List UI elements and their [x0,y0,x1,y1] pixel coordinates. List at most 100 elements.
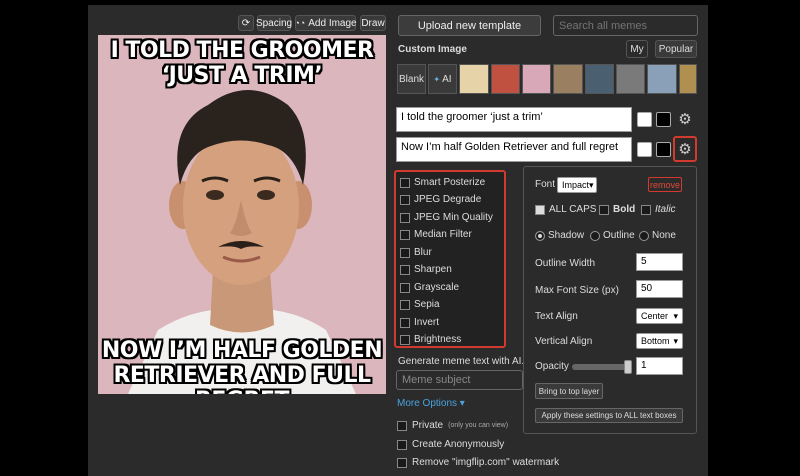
effect-grayscale[interactable]: Grayscale [400,282,459,293]
meme-subject-input[interactable]: Meme subject [396,370,523,390]
watermark-option[interactable]: Remove "imgflip.com" watermark [397,457,559,468]
effect-label: JPEG Min Quality [414,212,493,223]
effect-sepia[interactable]: Sepia [400,299,440,310]
outline-color-swatch-1[interactable] [656,112,671,127]
outline-width-input[interactable]: 5 [636,253,683,271]
opacity-label: Opacity [535,361,569,372]
checkbox[interactable] [400,229,410,240]
template-thumb-7[interactable] [647,64,677,94]
private-note: (only you can view) [448,422,509,429]
meme-canvas[interactable]: I TOLD THE GROOMER ‘JUST A TRIM’ NOW I’M… [98,35,386,394]
ai-label: AI [442,73,452,85]
search-memes-input[interactable] [553,15,698,36]
effect-sharpen[interactable]: Sharpen [400,264,452,275]
opacity-slider-handle[interactable] [624,360,632,374]
caret-down-icon: ▾ [589,179,594,190]
checkbox[interactable] [400,212,410,223]
effect-blur[interactable]: Blur [400,247,432,258]
checkbox[interactable] [400,177,410,188]
font-select[interactable]: Impact ▾ [557,177,597,193]
bold-option[interactable]: Bold [599,204,635,215]
checkbox[interactable] [400,194,410,205]
blank-template[interactable]: Blank [397,64,426,94]
template-thumb-4[interactable] [553,64,583,94]
private-checkbox[interactable] [397,420,407,431]
vertical-align-value: Bottom [641,336,670,346]
effect-smart-posterize[interactable]: Smart Posterize [400,177,485,188]
effect-label: Sepia [414,299,440,310]
shadow-label: Shadow [548,230,585,241]
effect-label: JPEG Degrade [414,194,482,205]
effect-jpeg-min-quality[interactable]: JPEG Min Quality [400,212,493,223]
template-thumb-3[interactable] [522,64,551,94]
outline-color-swatch-2[interactable] [656,142,671,157]
bold-checkbox[interactable] [599,204,609,215]
effect-brightness[interactable]: Brightness [400,334,461,345]
font-value: Impact [562,180,590,190]
font-label: Font [535,179,556,190]
remove-button[interactable]: remove [648,177,682,192]
effect-median-filter[interactable]: Median Filter [400,229,472,240]
text-color-swatch-1[interactable] [637,112,652,127]
top-meme-text[interactable]: I TOLD THE GROOMER ‘JUST A TRIM’ [98,38,386,88]
spacing-button[interactable]: Spacing [256,15,292,31]
more-options-link[interactable]: More Options ▾ [397,398,465,409]
template-thumb-6[interactable] [616,64,645,94]
checkbox[interactable] [400,282,410,293]
outline-radio[interactable] [590,230,600,241]
vertical-align-select[interactable]: Bottom ▾ [636,333,683,349]
text-color-swatch-2[interactable] [637,142,652,157]
ai-template[interactable]: ✦ AI [428,64,457,94]
tab-popular[interactable]: Popular [655,40,697,58]
watermark-checkbox[interactable] [397,457,407,468]
gear-icon[interactable]: ⚙ [676,109,694,129]
none-option[interactable]: None [639,230,676,241]
checkbox[interactable] [400,299,410,310]
all-caps-option[interactable]: ALL CAPS [535,204,596,215]
none-label: None [652,230,676,241]
effect-invert[interactable]: Invert [400,317,439,328]
checkbox[interactable] [400,317,410,328]
outline-option[interactable]: Outline [590,230,635,241]
shadow-option[interactable]: Shadow [535,230,584,241]
anonymous-checkbox[interactable] [397,439,407,450]
italic-checkbox[interactable] [641,204,651,215]
effect-jpeg-degrade[interactable]: JPEG Degrade [400,194,481,205]
effect-label: Blur [414,247,432,258]
opacity-slider[interactable] [572,360,632,374]
template-thumb-2[interactable] [491,64,520,94]
all-caps-checkbox[interactable] [535,204,545,215]
template-thumb-5[interactable] [585,64,614,94]
draw-button[interactable]: Draw [360,15,386,31]
max-font-size-input[interactable]: 50 [636,280,683,298]
checkbox[interactable] [400,334,410,345]
upload-template-button[interactable]: Upload new template [398,15,541,36]
tab-my[interactable]: My [626,40,648,58]
text-align-select[interactable]: Center ▾ [636,308,683,324]
gear-icon[interactable]: ⚙ [673,136,697,162]
effect-label: Invert [414,317,440,328]
checkbox[interactable] [400,264,410,275]
generate-ai-label: Generate meme text with AI. 9/1 [398,356,523,367]
private-option[interactable]: Private (only you can view) [397,420,508,431]
custom-image-heading: Custom Image [398,44,467,55]
apply-all-button[interactable]: Apply these settings to ALL text boxes [535,408,683,423]
none-radio[interactable] [639,230,649,241]
template-thumb-8[interactable] [679,64,697,94]
template-thumb-1[interactable] [459,64,489,94]
text-box-1[interactable]: I told the groomer ‘just a trim’ [396,107,632,132]
opacity-input[interactable]: 1 [636,357,683,375]
text-box-2[interactable]: Now I’m half Golden Retriever and full r… [396,137,632,162]
italic-option[interactable]: Italic [641,204,676,215]
shadow-radio[interactable] [535,230,545,241]
rotate-icon: ⟳ [241,17,251,29]
checkbox[interactable] [400,247,410,258]
rotate-button[interactable]: ⟳ [238,15,254,31]
add-image-button[interactable]: ◔◔ Add Image [294,15,357,31]
bring-to-top-button[interactable]: Bring to top layer [535,383,603,399]
anonymous-option[interactable]: Create Anonymously [397,439,504,450]
outline-width-label: Outline Width [535,258,596,269]
bold-label: Bold [613,204,636,215]
bottom-meme-text[interactable]: NOW I’M HALF GOLDEN RETRIEVER AND FULL R… [98,338,386,394]
effect-label: Grayscale [414,282,460,293]
